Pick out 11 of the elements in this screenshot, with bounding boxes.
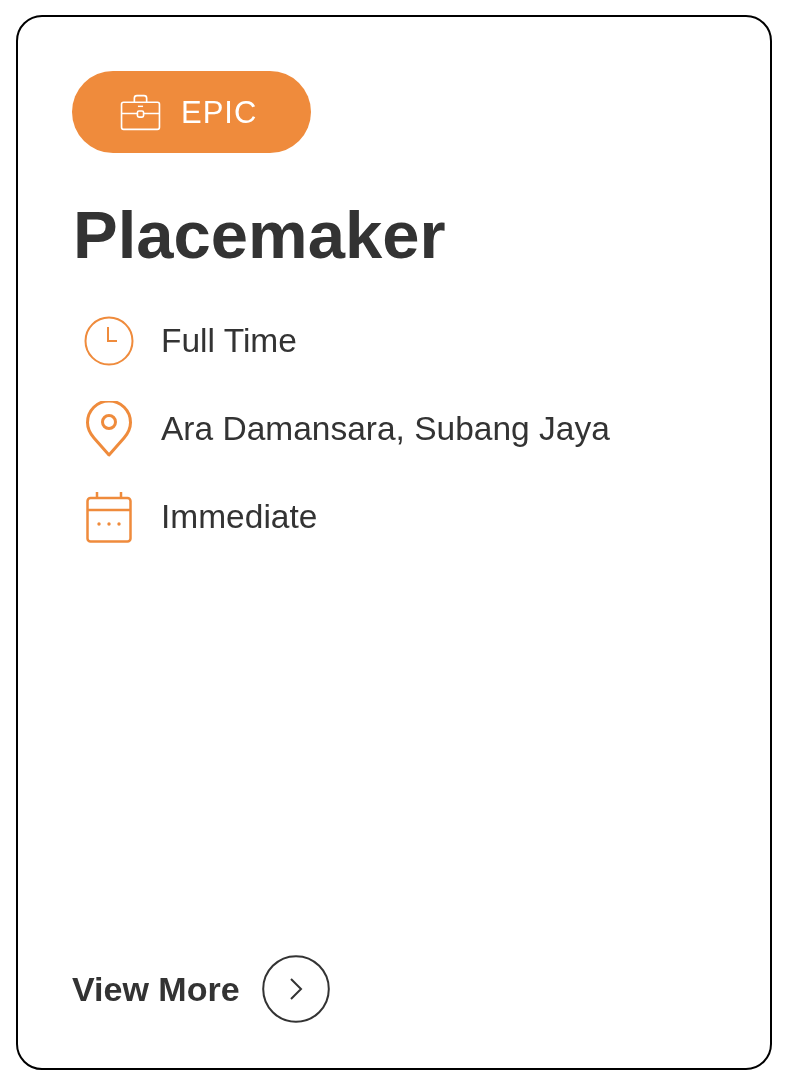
detail-text: Ara Damansara, Subang Jaya [161, 409, 610, 450]
detail-text: Immediate [161, 497, 318, 538]
detail-text: Full Time [161, 321, 297, 362]
clock-icon [84, 316, 134, 367]
briefcase-icon [120, 93, 161, 131]
badge-label: EPIC [181, 96, 258, 128]
calendar-icon [86, 491, 132, 544]
chevron-right-circle-icon [261, 955, 330, 1023]
view-more-link[interactable]: View More [72, 955, 330, 1023]
job-title: Placemaker [73, 196, 447, 274]
location-pin-icon [86, 401, 132, 458]
